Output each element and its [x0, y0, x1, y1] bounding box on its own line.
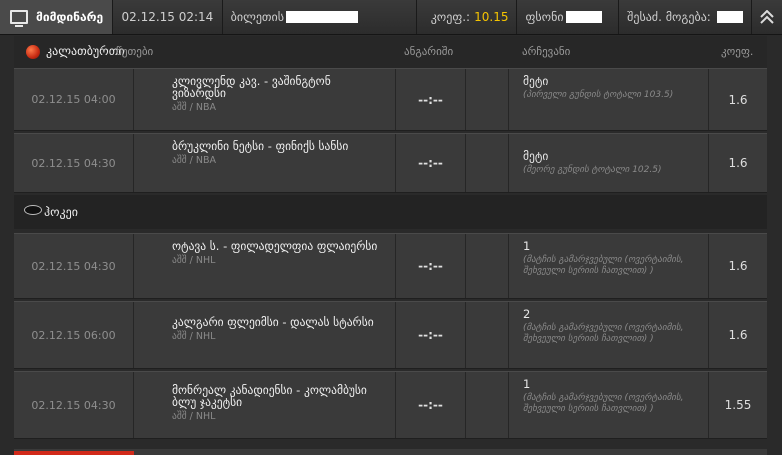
selection-value: მეტი	[523, 149, 549, 163]
blank-cell	[466, 69, 509, 130]
event-name: ოტავა ს. - ფილადელფია ფლაიერსი	[172, 239, 378, 253]
selection-cell: მეტი (მეორე გუნდის ტოტალი 102.5)	[509, 134, 709, 192]
event-league: აშშ / NBA	[172, 102, 217, 113]
tab-current-label: მიმდინარე	[36, 10, 104, 24]
col-time: წუთები	[116, 45, 154, 58]
event-league: აშშ / NHL	[172, 255, 216, 266]
selection-value: 1	[523, 239, 531, 253]
selection-value: მეტი	[523, 74, 549, 88]
event-cell: კლივლენდ კავ. - ვაშინგტონ ვიზარდსი აშშ /…	[134, 69, 396, 130]
selection-detail: (მატჩის გამარჯვებული (ოვერტაიმის, შეხვეუ…	[523, 323, 684, 344]
event-cell: კალგარი ფლეიმსი - დალას სტარსი აშშ / NHL	[134, 302, 396, 368]
event-name: კლივლენდ კავ. - ვაშინგტონ ვიზარდსი	[172, 74, 331, 100]
redacted-mask	[716, 11, 743, 23]
redacted-mask	[286, 11, 359, 23]
selection-detail: (მატჩის გამარჯვებული (ოვერტაიმის, შეხვეუ…	[523, 255, 684, 276]
blank-cell	[466, 372, 509, 438]
event-odds: 1.55	[724, 398, 752, 412]
blank-cell	[466, 234, 509, 298]
event-name: ბრუკლინი ნეტსი - ფინიქს სანსი	[172, 139, 349, 153]
event-date: 02.12.15 04:30	[14, 372, 134, 438]
event-score: --:--	[396, 372, 466, 438]
total-odds: კოეფ.: 10.15	[417, 0, 518, 34]
double-chevron-up-icon	[760, 10, 774, 24]
blank-cell	[466, 134, 509, 192]
selection-value: 1	[523, 377, 531, 391]
event-odds: 1.6	[728, 92, 748, 107]
selection-value: 2	[523, 307, 531, 321]
tab-current[interactable]: მიმდინარე	[0, 0, 114, 34]
event-cell: ბრუკლინი ნეტსი - ფინიქს სანსი აშშ / NBA	[134, 134, 396, 192]
odds-label: კოეფ.:	[430, 10, 471, 24]
event-date: 02.12.15 04:30	[14, 134, 134, 192]
stake: ფსონი	[517, 0, 620, 34]
event-date: 02.12.15 04:30	[14, 234, 134, 298]
sport-section-hockey: ჰოკეი	[14, 195, 767, 229]
selection-cell: 1 (მატჩის გამარჯვებული (ოვერტაიმის, შეხვ…	[509, 372, 709, 438]
sport-hockey: ჰოკეი	[44, 205, 78, 219]
sport-basketball: კალათბურთი	[46, 44, 125, 58]
odds-value: 10.15	[474, 10, 509, 24]
bet-row[interactable]: 02.12.15 04:00 კლივლენდ კავ. - ვაშინგტონ…	[14, 68, 767, 131]
blank-cell	[466, 302, 509, 368]
hockey-puck-icon	[24, 202, 42, 215]
selection-cell: მეტი (პირველი გუნდის ტოტალი 103.5)	[509, 69, 709, 130]
event-name: კალგარი ფლეიმსი - დალას სტარსი	[172, 315, 374, 329]
footer-accent	[14, 451, 134, 455]
redacted-mask	[565, 11, 602, 23]
ticket-label-text: ბილეთის	[230, 10, 285, 24]
selection-detail: (მეორე გუნდის ტოტალი 102.5)	[523, 165, 662, 175]
bet-row[interactable]: 02.12.15 04:30 ოტავა ს. - ფილადელფია ფლა…	[14, 233, 767, 299]
event-cell: მონრეალ კანადიენსი - კოლამბუსი ბლუ ჯაკეტ…	[134, 372, 396, 438]
event-league: აშშ / NBA	[172, 155, 217, 166]
selection-detail: (პირველი გუნდის ტოტალი 103.5)	[523, 90, 674, 100]
event-cell: ოტავა ს. - ფილადელფია ფლაიერსი აშშ / NHL	[134, 234, 396, 298]
header-date: 02.12.15 02:14	[113, 0, 223, 34]
selection-cell: 2 (მატჩის გამარჯვებული (ოვერტაიმის, შეხვ…	[509, 302, 709, 368]
possible-win-label: შესაძ. მოგება:	[627, 10, 711, 24]
stake-label: ფსონი	[525, 10, 564, 24]
ticket-label: ბილეთის	[223, 0, 417, 34]
event-score: --:--	[396, 69, 466, 130]
event-date: 02.12.15 04:00	[14, 69, 134, 130]
possible-win: შესაძ. მოგება:	[619, 0, 752, 34]
event-odds: 1.6	[728, 328, 748, 342]
monitor-icon	[10, 10, 28, 27]
event-score: --:--	[396, 134, 466, 192]
col-selection: არჩევანი	[522, 45, 571, 58]
event-date: 02.12.15 06:00	[14, 302, 134, 368]
bet-slip-header: მიმდინარე 02.12.15 02:14 ბილეთის კოეფ.: …	[0, 0, 782, 35]
event-odds: 1.6	[728, 156, 748, 170]
event-score: --:--	[396, 302, 466, 368]
col-score: ანგარიში	[404, 45, 454, 58]
event-league: აშშ / NHL	[172, 411, 216, 422]
selection-cell: 1 (მატჩის გამარჯვებული (ოვერტაიმის, შეხვ…	[509, 234, 709, 298]
column-header: კალათბურთი წუთები ანგარიში არჩევანი კოეფ…	[14, 36, 767, 68]
event-league: აშშ / NHL	[172, 331, 216, 342]
bet-row[interactable]: 02.12.15 06:00 კალგარი ფლეიმსი - დალას ს…	[14, 301, 767, 369]
basketball-icon	[26, 45, 40, 59]
bet-row[interactable]: 02.12.15 04:30 ბრუკლინი ნეტსი - ფინიქს ს…	[14, 133, 767, 193]
event-score: --:--	[396, 234, 466, 298]
bet-row[interactable]: 02.12.15 04:30 მონრეალ კანადიენსი - კოლა…	[14, 371, 767, 439]
event-name: მონრეალ კანადიენსი - კოლამბუსი ბლუ ჯაკეტ…	[172, 383, 367, 409]
selection-detail: (მატჩის გამარჯვებული (ოვერტაიმის, შეხვეუ…	[523, 393, 684, 414]
collapse-button[interactable]	[752, 0, 782, 34]
col-odds: კოეფ.	[721, 45, 754, 58]
event-odds: 1.6	[728, 259, 748, 273]
